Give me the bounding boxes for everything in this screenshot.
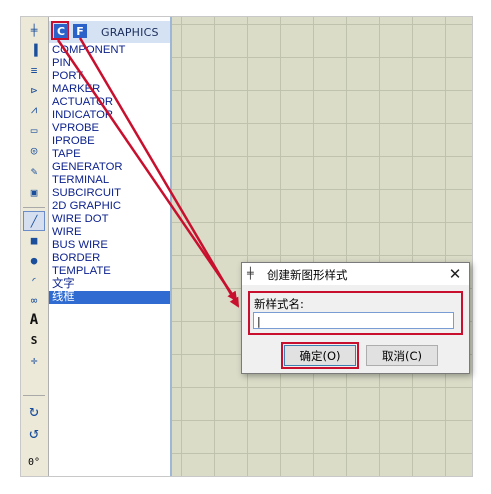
style-name-input[interactable]: | (253, 312, 454, 329)
path-icon[interactable]: ∞ (24, 291, 44, 309)
list-item[interactable]: GENERATOR (49, 161, 170, 174)
list-item[interactable]: VPROBE (49, 122, 170, 135)
dialog-title: 创建新图形样式 (267, 268, 348, 282)
new-graphic-style-dialog: ╪ 创建新图形样式 ✕ 新样式名: | 确定(O) 取消(C) (241, 262, 470, 374)
rotation-readout: 0° (27, 456, 41, 468)
arc-icon[interactable]: ◜ (24, 271, 44, 289)
junction-icon[interactable]: ╪ (24, 21, 44, 39)
list-item[interactable]: WIRE (49, 226, 170, 239)
cancel-button[interactable]: 取消(C) (366, 345, 438, 366)
panel-title: GRAPHICS (101, 26, 159, 39)
pen-icon[interactable]: ✎ (24, 162, 44, 180)
probe-icon[interactable]: ⊳ (24, 81, 44, 99)
list-item[interactable]: WIRE DOT (49, 213, 170, 226)
list-item[interactable]: MARKER (49, 83, 170, 96)
object-selector-panel: C F GRAPHICS COMPONENT PIN PORT MARKER A… (49, 17, 172, 476)
app-window: ╪ ▐ ≡ ⊳ ⩘ ▭ ◎ ✎ ▣ ╱ ■ ● ◜ ∞ A S ✛ ↻ ↺ 0°… (20, 16, 473, 477)
app-icon: ╪ (247, 267, 254, 280)
component-icon[interactable]: ▐ (24, 41, 44, 59)
box-icon[interactable]: ■ (24, 231, 44, 249)
list-item[interactable]: BORDER (49, 252, 170, 265)
list-item[interactable]: PORT (49, 70, 170, 83)
marker-icon[interactable]: ✛ (24, 351, 44, 369)
list-item[interactable]: IPROBE (49, 135, 170, 148)
f-button[interactable]: F (73, 24, 87, 38)
toolbar-divider (23, 395, 45, 396)
graphics-list: COMPONENT PIN PORT MARKER ACTUATOR INDIC… (49, 44, 170, 304)
rotate-cw-icon[interactable]: ↻ (24, 401, 44, 420)
line-icon[interactable]: ╱ (23, 211, 45, 231)
list-item-selected[interactable]: 线框 (49, 291, 170, 304)
list-item[interactable]: SUBCIRCUIT (49, 187, 170, 200)
tape-icon[interactable]: ▭ (24, 121, 44, 139)
list-item[interactable]: PIN (49, 57, 170, 70)
list-item[interactable]: TEMPLATE (49, 265, 170, 278)
text-icon[interactable]: A (24, 311, 44, 329)
list-item[interactable]: TAPE (49, 148, 170, 161)
generator-icon[interactable]: ◎ (24, 141, 44, 159)
list-item[interactable]: BUS WIRE (49, 239, 170, 252)
toolbar-divider (23, 207, 45, 208)
graph-icon[interactable]: ⩘ (24, 101, 44, 119)
label-icon[interactable]: ≡ (24, 61, 44, 79)
close-icon[interactable]: ✕ (443, 264, 467, 284)
list-item[interactable]: 2D GRAPHIC (49, 200, 170, 213)
list-item[interactable]: COMPONENT (49, 44, 170, 57)
style-name-group: 新样式名: | (248, 291, 463, 335)
list-item[interactable]: ACTUATOR (49, 96, 170, 109)
list-item[interactable]: TERMINAL (49, 174, 170, 187)
ok-button[interactable]: 确定(O) (281, 342, 359, 369)
style-name-label: 新样式名: (254, 297, 304, 311)
mode-toolbar: ╪ ▐ ≡ ⊳ ⩘ ▭ ◎ ✎ ▣ ╱ ■ ● ◜ ∞ A S ✛ ↻ ↺ 0° (21, 17, 49, 476)
panel-header: C F GRAPHICS (49, 21, 170, 43)
list-item[interactable]: INDICATOR (49, 109, 170, 122)
list-item[interactable]: 文字 (49, 278, 170, 291)
virtual-instrument-icon[interactable]: ▣ (24, 183, 44, 201)
circle-icon[interactable]: ● (24, 251, 44, 269)
symbol-icon[interactable]: S (24, 331, 44, 349)
rotate-ccw-icon[interactable]: ↺ (24, 423, 44, 442)
dialog-titlebar: ╪ 创建新图形样式 ✕ (242, 263, 469, 285)
c-button[interactable]: C (54, 24, 68, 38)
editing-canvas[interactable] (172, 17, 472, 476)
